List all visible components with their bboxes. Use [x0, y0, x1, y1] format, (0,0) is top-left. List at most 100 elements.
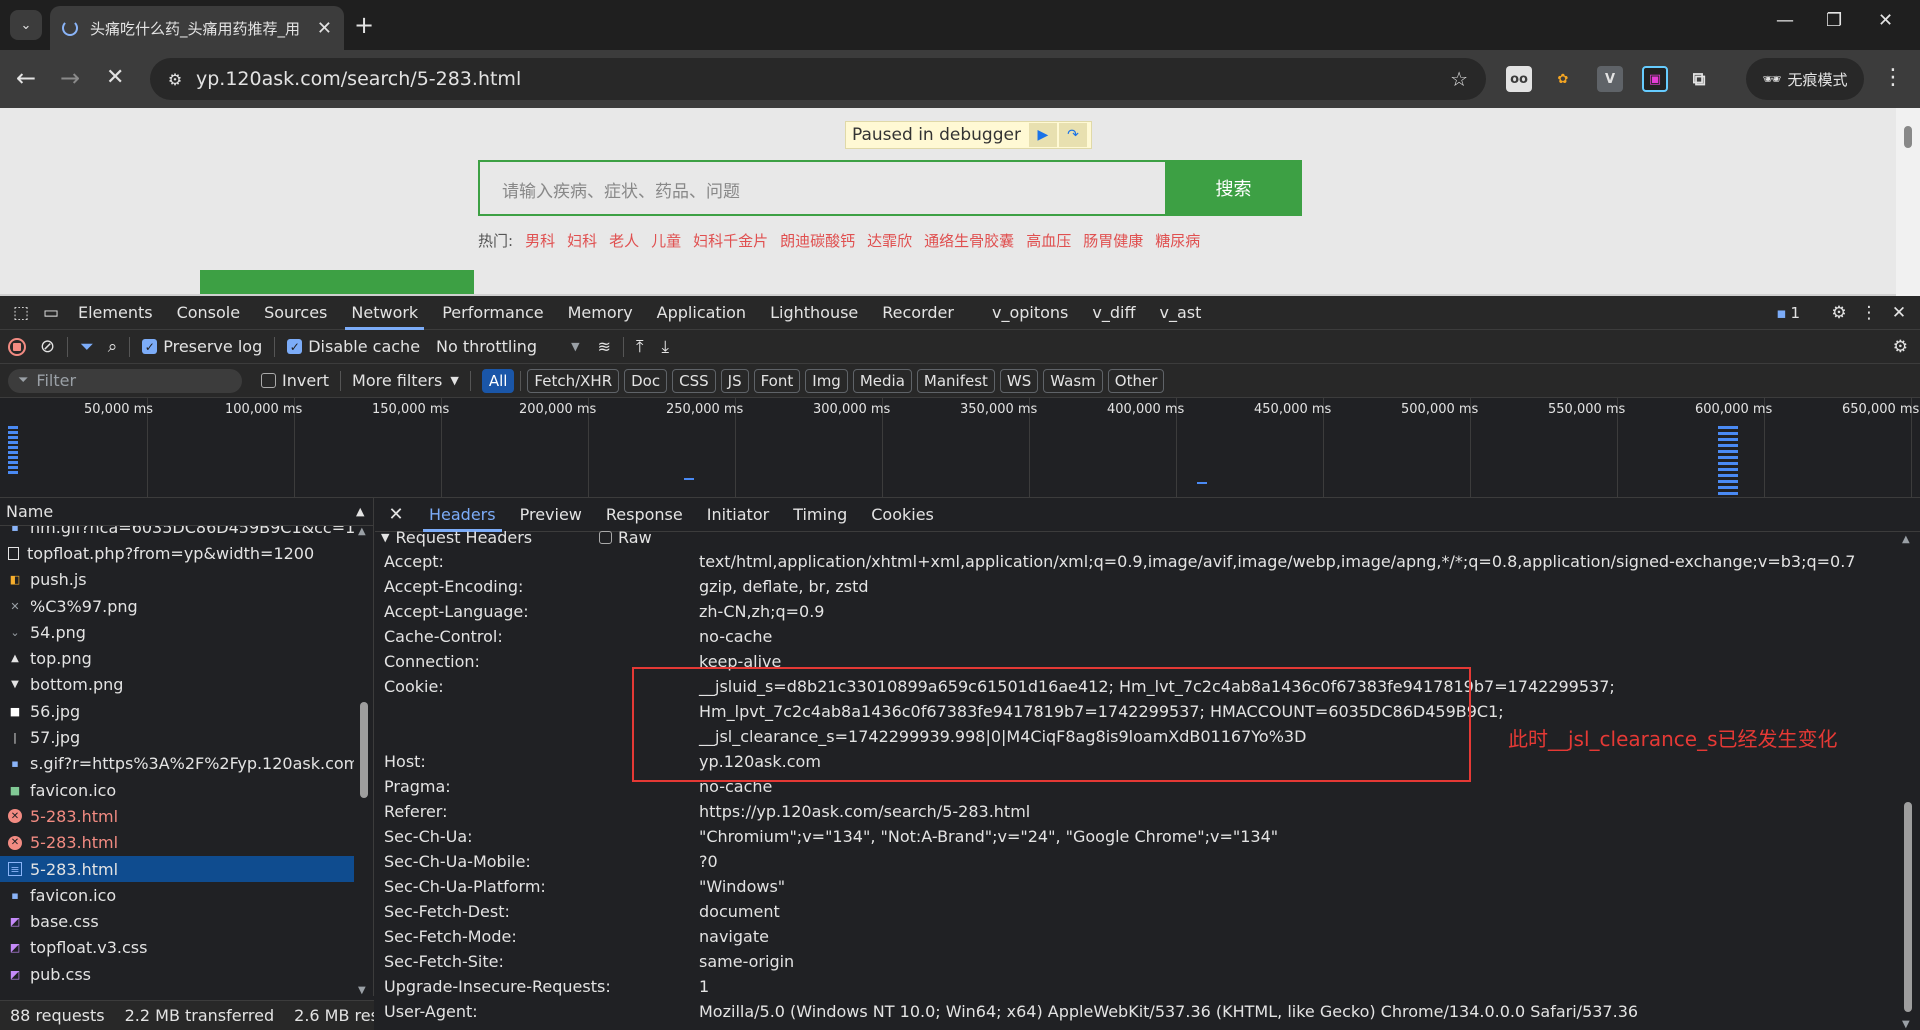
devtools-tab[interactable]: Performance	[430, 296, 555, 330]
header-value[interactable]: ?0	[699, 849, 1895, 874]
request-row[interactable]: ▪ hm.gif?hca=6035DC86D459B9C1&cc=1&c...	[0, 526, 354, 540]
scroll-down-icon[interactable]: ▼	[358, 985, 366, 996]
header-value[interactable]: "Windows"	[699, 874, 1895, 899]
detail-tab[interactable]: Response	[594, 498, 695, 532]
request-row[interactable]: | 57.jpg	[0, 724, 354, 750]
close-icon[interactable]: ✕	[317, 18, 332, 39]
request-row[interactable]: ▪ favicon.ico	[0, 882, 354, 908]
header-value[interactable]: text/html,application/xhtml+xml,applicat…	[699, 549, 1895, 574]
devtools-menu-icon[interactable]: ⋮	[1854, 303, 1884, 323]
minimize-icon[interactable]: —	[1776, 10, 1794, 31]
forward-icon[interactable]: →	[60, 63, 80, 93]
request-list-scrollbar[interactable]: ▲ ▼	[354, 526, 374, 996]
export-har-icon[interactable]: ⤓	[661, 337, 669, 357]
detail-tab[interactable]: Timing	[781, 498, 859, 532]
extension-glasses-icon[interactable]: oo	[1506, 66, 1532, 92]
filter-type[interactable]: Manifest	[916, 368, 995, 393]
extension-v-icon[interactable]: V	[1597, 66, 1623, 92]
close-detail-icon[interactable]: ✕	[375, 504, 417, 525]
filter-type[interactable]: WS	[999, 368, 1039, 393]
request-list-scroll-thumb[interactable]	[360, 702, 368, 798]
scroll-up-icon[interactable]: ▲	[1902, 534, 1910, 545]
header-value[interactable]: https://yp.120ask.com/search/5-283.html	[699, 799, 1895, 824]
devtools-close-icon[interactable]: ✕	[1884, 303, 1914, 323]
request-row[interactable]: ■ favicon.ico	[0, 777, 354, 803]
invert-checkbox[interactable]: Invert	[261, 371, 329, 390]
detail-scrollbar[interactable]: ▲ ▼	[1896, 532, 1920, 1030]
resume-icon[interactable]: ▶	[1028, 123, 1057, 147]
devtools-tab[interactable]: Elements	[66, 296, 165, 330]
scroll-up-icon[interactable]: ▲	[358, 526, 366, 537]
filter-type[interactable]: Media	[852, 368, 912, 393]
detail-tab[interactable]: Cookies	[859, 498, 946, 532]
hot-keyword[interactable]: 朗迪碳酸钙	[780, 230, 855, 251]
devtools-tab-network[interactable]: Network	[339, 296, 430, 330]
hot-keyword[interactable]: 儿童	[651, 230, 681, 251]
devtools-tab[interactable]: v_opitons	[980, 296, 1080, 330]
extension-color-icon[interactable]: ✿	[1550, 66, 1576, 92]
raw-checkbox[interactable]: Raw	[599, 528, 652, 547]
header-value[interactable]: navigate	[699, 924, 1895, 949]
network-overview-timeline[interactable]: 50,000 ms 100,000 ms 150,000 ms 200,000 …	[0, 398, 1920, 498]
incognito-badge[interactable]: 🕶 无痕模式	[1746, 58, 1864, 100]
hot-keyword[interactable]: 妇科	[567, 230, 597, 251]
import-har-icon[interactable]: ⤒	[636, 337, 644, 357]
detail-scroll-thumb[interactable]	[1904, 802, 1912, 1012]
filter-type[interactable]: Wasm	[1043, 368, 1103, 393]
filter-type[interactable]: Doc	[624, 368, 668, 393]
disable-cache-checkbox[interactable]: ✓ Disable cache	[287, 337, 420, 356]
more-filters-dropdown[interactable]: More filters ▼	[352, 371, 459, 390]
filter-type[interactable]: Font	[753, 368, 801, 393]
header-value[interactable]: "Chromium";v="134", "Not:A-Brand";v="24"…	[699, 824, 1895, 849]
new-tab-icon[interactable]: +	[354, 11, 374, 39]
hot-keyword[interactable]: 老人	[609, 230, 639, 251]
devtools-tab[interactable]: Console	[165, 296, 253, 330]
extension-colorful-icon[interactable]: ▣	[1642, 66, 1668, 92]
request-row[interactable]: ◧ push.js	[0, 567, 354, 593]
device-toolbar-icon[interactable]: ▭	[36, 303, 66, 323]
filter-type[interactable]: Img	[805, 368, 848, 393]
stop-loading-icon[interactable]: ✕	[106, 63, 124, 93]
site-search-input[interactable]: 请输入疾病、症状、药品、问题	[478, 160, 1167, 216]
bookmark-star-icon[interactable]: ☆	[1450, 67, 1468, 91]
search-icon[interactable]: ⌕	[108, 337, 118, 357]
header-value[interactable]: 1	[699, 974, 1895, 999]
filter-type[interactable]: CSS	[672, 368, 716, 393]
step-over-icon[interactable]: ↷	[1058, 123, 1087, 147]
page-scrollbar-thumb[interactable]	[1904, 126, 1912, 148]
page-scrollbar[interactable]	[1896, 108, 1920, 296]
hot-keyword[interactable]: 糖尿病	[1155, 230, 1200, 251]
request-row[interactable]: ◩ pub.css	[0, 961, 354, 987]
header-value[interactable]: same-origin	[699, 949, 1895, 974]
request-row[interactable]: ▼ bottom.png	[0, 672, 354, 698]
detail-tab[interactable]: Initiator	[695, 498, 781, 532]
network-conditions-icon[interactable]: ≋	[598, 337, 611, 356]
name-column-header[interactable]: Name ▲	[0, 498, 373, 526]
hot-keyword[interactable]: 达霏欣	[867, 230, 912, 251]
inspect-element-icon[interactable]: ⬚	[6, 303, 36, 323]
filter-type[interactable]: Fetch/XHR	[527, 368, 620, 393]
throttling-select[interactable]: No throttling ▼	[436, 337, 579, 356]
request-row[interactable]: ◩ topfloat.v3.css	[0, 935, 354, 961]
request-row[interactable]: ✕ %C3%97.png	[0, 593, 354, 619]
devtools-tab[interactable]: v_ast	[1147, 296, 1213, 330]
filter-input[interactable]: ⏷ Filter	[8, 368, 242, 393]
filter-type[interactable]: JS	[720, 368, 749, 393]
preserve-log-checkbox[interactable]: ✓ Preserve log	[142, 337, 262, 356]
request-row[interactable]: ◩ base.css	[0, 908, 354, 934]
extensions-puzzle-icon[interactable]: ⧉	[1686, 66, 1712, 92]
filter-type-all[interactable]: All	[481, 368, 515, 393]
detail-tab[interactable]: Preview	[508, 498, 594, 532]
devtools-tab[interactable]: Application	[645, 296, 758, 330]
request-row[interactable]: ▪ s.gif?r=https%3A%2F%2Fyp.120ask.com%...	[0, 751, 354, 777]
site-info-icon[interactable]: ⚙	[164, 68, 186, 90]
header-value[interactable]: Mozilla/5.0 (Windows NT 10.0; Win64; x64…	[699, 999, 1895, 1024]
address-bar[interactable]: ⚙ yp.120ask.com/search/5-283.html ☆	[150, 58, 1486, 100]
header-value[interactable]: no-cache	[699, 624, 1895, 649]
request-row[interactable]: ✕ 5-283.html	[0, 803, 354, 829]
back-icon[interactable]: ←	[16, 63, 36, 93]
header-value[interactable]: zh-CN,zh;q=0.9	[699, 599, 1895, 624]
devtools-tab[interactable]: Recorder	[870, 296, 966, 330]
scroll-down-icon[interactable]: ▼	[1902, 1019, 1910, 1030]
restore-icon[interactable]: ❐	[1826, 10, 1842, 31]
